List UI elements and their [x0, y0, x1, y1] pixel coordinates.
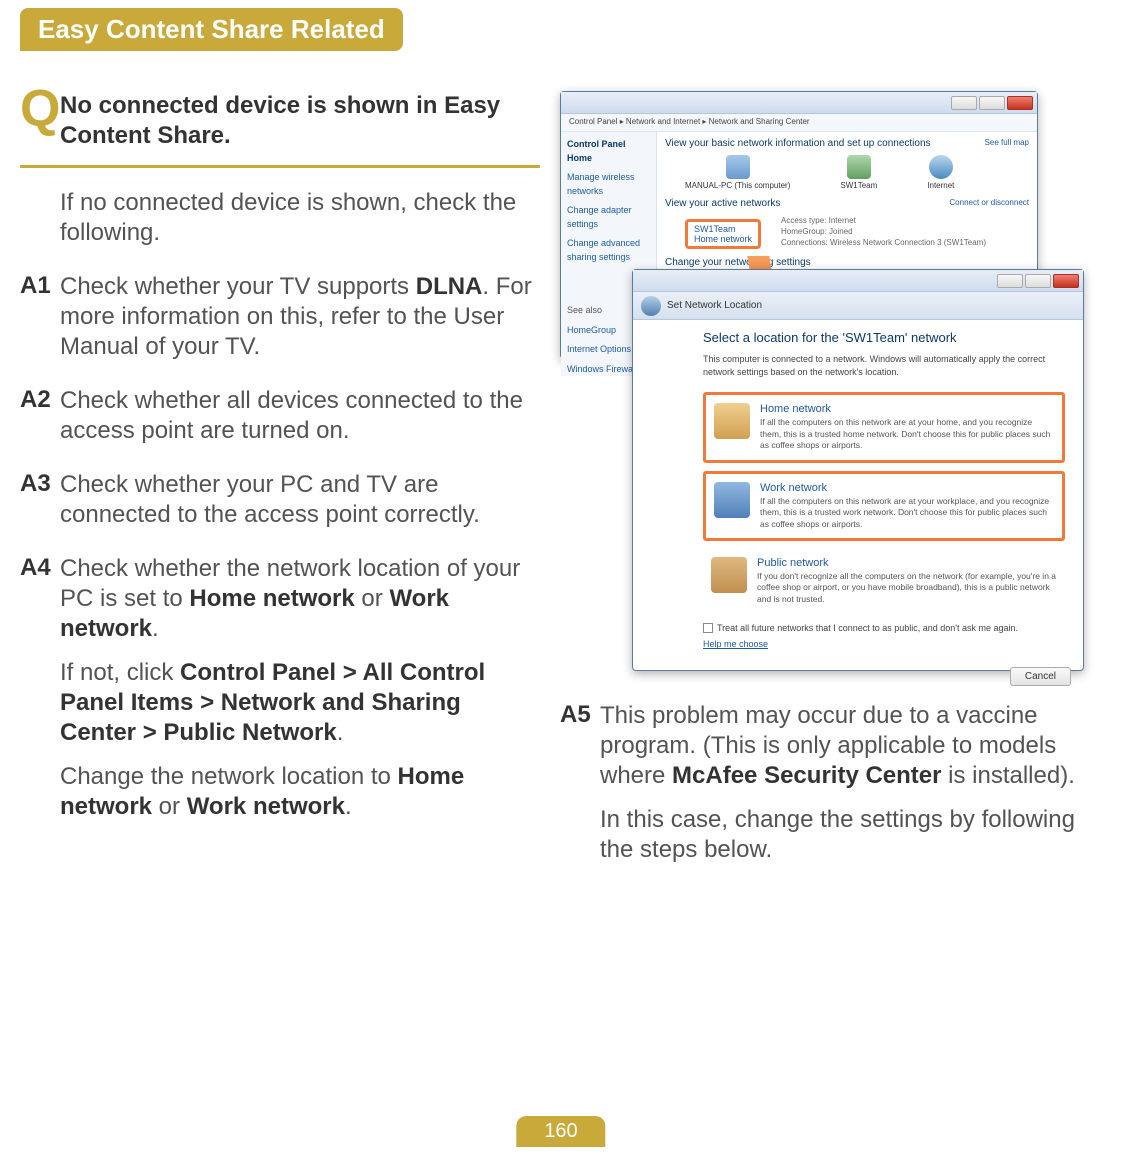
text: Check whether your TV supports [60, 273, 416, 300]
text: . [152, 615, 159, 642]
answer-body: Check whether all devices connected to t… [60, 386, 540, 446]
network-icon [847, 155, 871, 179]
dialog-subtitle: This computer is connected to a network.… [703, 353, 1065, 378]
answer-label: A4 [20, 554, 60, 822]
answer-label: A3 [20, 470, 60, 530]
text: or [152, 793, 187, 820]
close-icon [1007, 96, 1033, 110]
bold: McAfee Security Center [672, 762, 941, 789]
back-icon [641, 296, 661, 316]
answer-a4: A4 Check whether the network location of… [20, 554, 540, 822]
window-titlebar [561, 92, 1037, 114]
text: . [345, 793, 352, 820]
text: or [355, 585, 390, 612]
option-title: Home network [760, 403, 1054, 415]
nav-title: Set Network Location [667, 300, 762, 311]
window-titlebar [633, 270, 1083, 292]
active-network-highlight: SW1Team Home network [685, 219, 761, 249]
see-full-map-link: See full map [985, 138, 1029, 155]
option-work-network: Work network If all the computers on thi… [703, 471, 1065, 541]
text: Check whether all devices connected to t… [60, 386, 540, 446]
max-icon [1025, 274, 1051, 288]
answer-body: Check whether your PC and TV are connect… [60, 470, 540, 530]
answer-body: This problem may occur due to a vaccine … [600, 701, 1080, 865]
question-divider [20, 165, 540, 168]
intro-text: If no connected device is shown, check t… [60, 188, 540, 248]
option-desc: If all the computers on this network are… [760, 496, 1054, 530]
work-icon [714, 482, 750, 518]
min-icon [997, 274, 1023, 288]
nav-bar: Set Network Location [633, 292, 1083, 320]
answer-a1: A1 Check whether your TV supports DLNA. … [20, 272, 540, 362]
option-desc: If you don't recognize all the computers… [757, 571, 1057, 605]
bold: Work network [187, 793, 345, 820]
icon-label: SW1Team [840, 181, 877, 190]
option-home-network: Home network If all the computers on thi… [703, 392, 1065, 462]
option-title: Work network [760, 482, 1054, 494]
close-icon [1053, 274, 1079, 288]
section-title: View your basic network information and … [665, 138, 931, 149]
home-icon [714, 403, 750, 439]
answer-label: A1 [20, 272, 60, 362]
network-info: Access type: Internet HomeGroup: Joined … [781, 215, 986, 253]
section-title-tab: Easy Content Share Related [20, 8, 403, 51]
public-icon [711, 557, 747, 593]
min-icon [951, 96, 977, 110]
left-column: Q No connected device is shown in Easy C… [20, 91, 540, 889]
network-map: MANUAL-PC (This computer) SW1Team Intern… [665, 155, 1029, 190]
text: . [337, 719, 344, 746]
cancel-button: Cancel [1010, 667, 1071, 686]
dialog-title: Select a location for the 'SW1Team' netw… [703, 330, 1065, 345]
section-title: Change your networking settings [665, 257, 1029, 268]
section-title: View your active networks [665, 198, 780, 209]
window-set-network-location: Set Network Location Select a location f… [632, 269, 1084, 671]
text: If not, click [60, 659, 180, 686]
max-icon [979, 96, 1005, 110]
breadcrumb: Control Panel ▸ Network and Internet ▸ N… [561, 114, 1037, 132]
bold: Home network [189, 585, 354, 612]
checkbox-icon [703, 623, 713, 633]
text: Change the network location to [60, 763, 398, 790]
bold: DLNA [416, 273, 483, 300]
answer-a3: A3 Check whether your PC and TV are conn… [20, 470, 540, 530]
internet-icon [929, 155, 953, 179]
question-title: No connected device is shown in Easy Con… [60, 91, 540, 151]
page-number: 160 [516, 1116, 605, 1147]
text: In this case, change the settings by fol… [600, 805, 1080, 865]
sidebar-item: Change adapter settings [567, 204, 650, 231]
screenshot-composite: Control Panel ▸ Network and Internet ▸ N… [560, 91, 1084, 671]
question-letter: Q [20, 83, 60, 135]
answer-label: A5 [560, 701, 600, 865]
answer-label: A2 [20, 386, 60, 446]
icon-label: MANUAL-PC (This computer) [685, 181, 790, 190]
help-link: Help me choose [703, 639, 1065, 649]
right-column: Control Panel ▸ Network and Internet ▸ N… [560, 91, 1080, 889]
text: is installed). [941, 762, 1074, 789]
sidebar-item: Change advanced sharing settings [567, 237, 650, 264]
pc-icon [726, 155, 750, 179]
option-public-network: Public network If you don't recognize al… [703, 549, 1065, 613]
answer-a5: A5 This problem may occur due to a vacci… [560, 701, 1080, 865]
icon-label: Internet [927, 181, 954, 190]
sidebar-header: Control Panel Home [567, 138, 650, 165]
answer-a2: A2 Check whether all devices connected t… [20, 386, 540, 446]
text: Check whether your PC and TV are connect… [60, 470, 540, 530]
sidebar-item: Manage wireless networks [567, 171, 650, 198]
option-desc: If all the computers on this network are… [760, 417, 1054, 451]
connect-link: Connect or disconnect [949, 198, 1029, 215]
checkbox-label: Treat all future networks that I connect… [717, 623, 1018, 633]
answer-body: Check whether your TV supports DLNA. For… [60, 272, 540, 362]
treat-public-checkbox-row: Treat all future networks that I connect… [703, 623, 1065, 633]
option-title: Public network [757, 557, 1057, 569]
question-block: Q No connected device is shown in Easy C… [20, 91, 540, 151]
answer-body: Check whether the network location of yo… [60, 554, 540, 822]
